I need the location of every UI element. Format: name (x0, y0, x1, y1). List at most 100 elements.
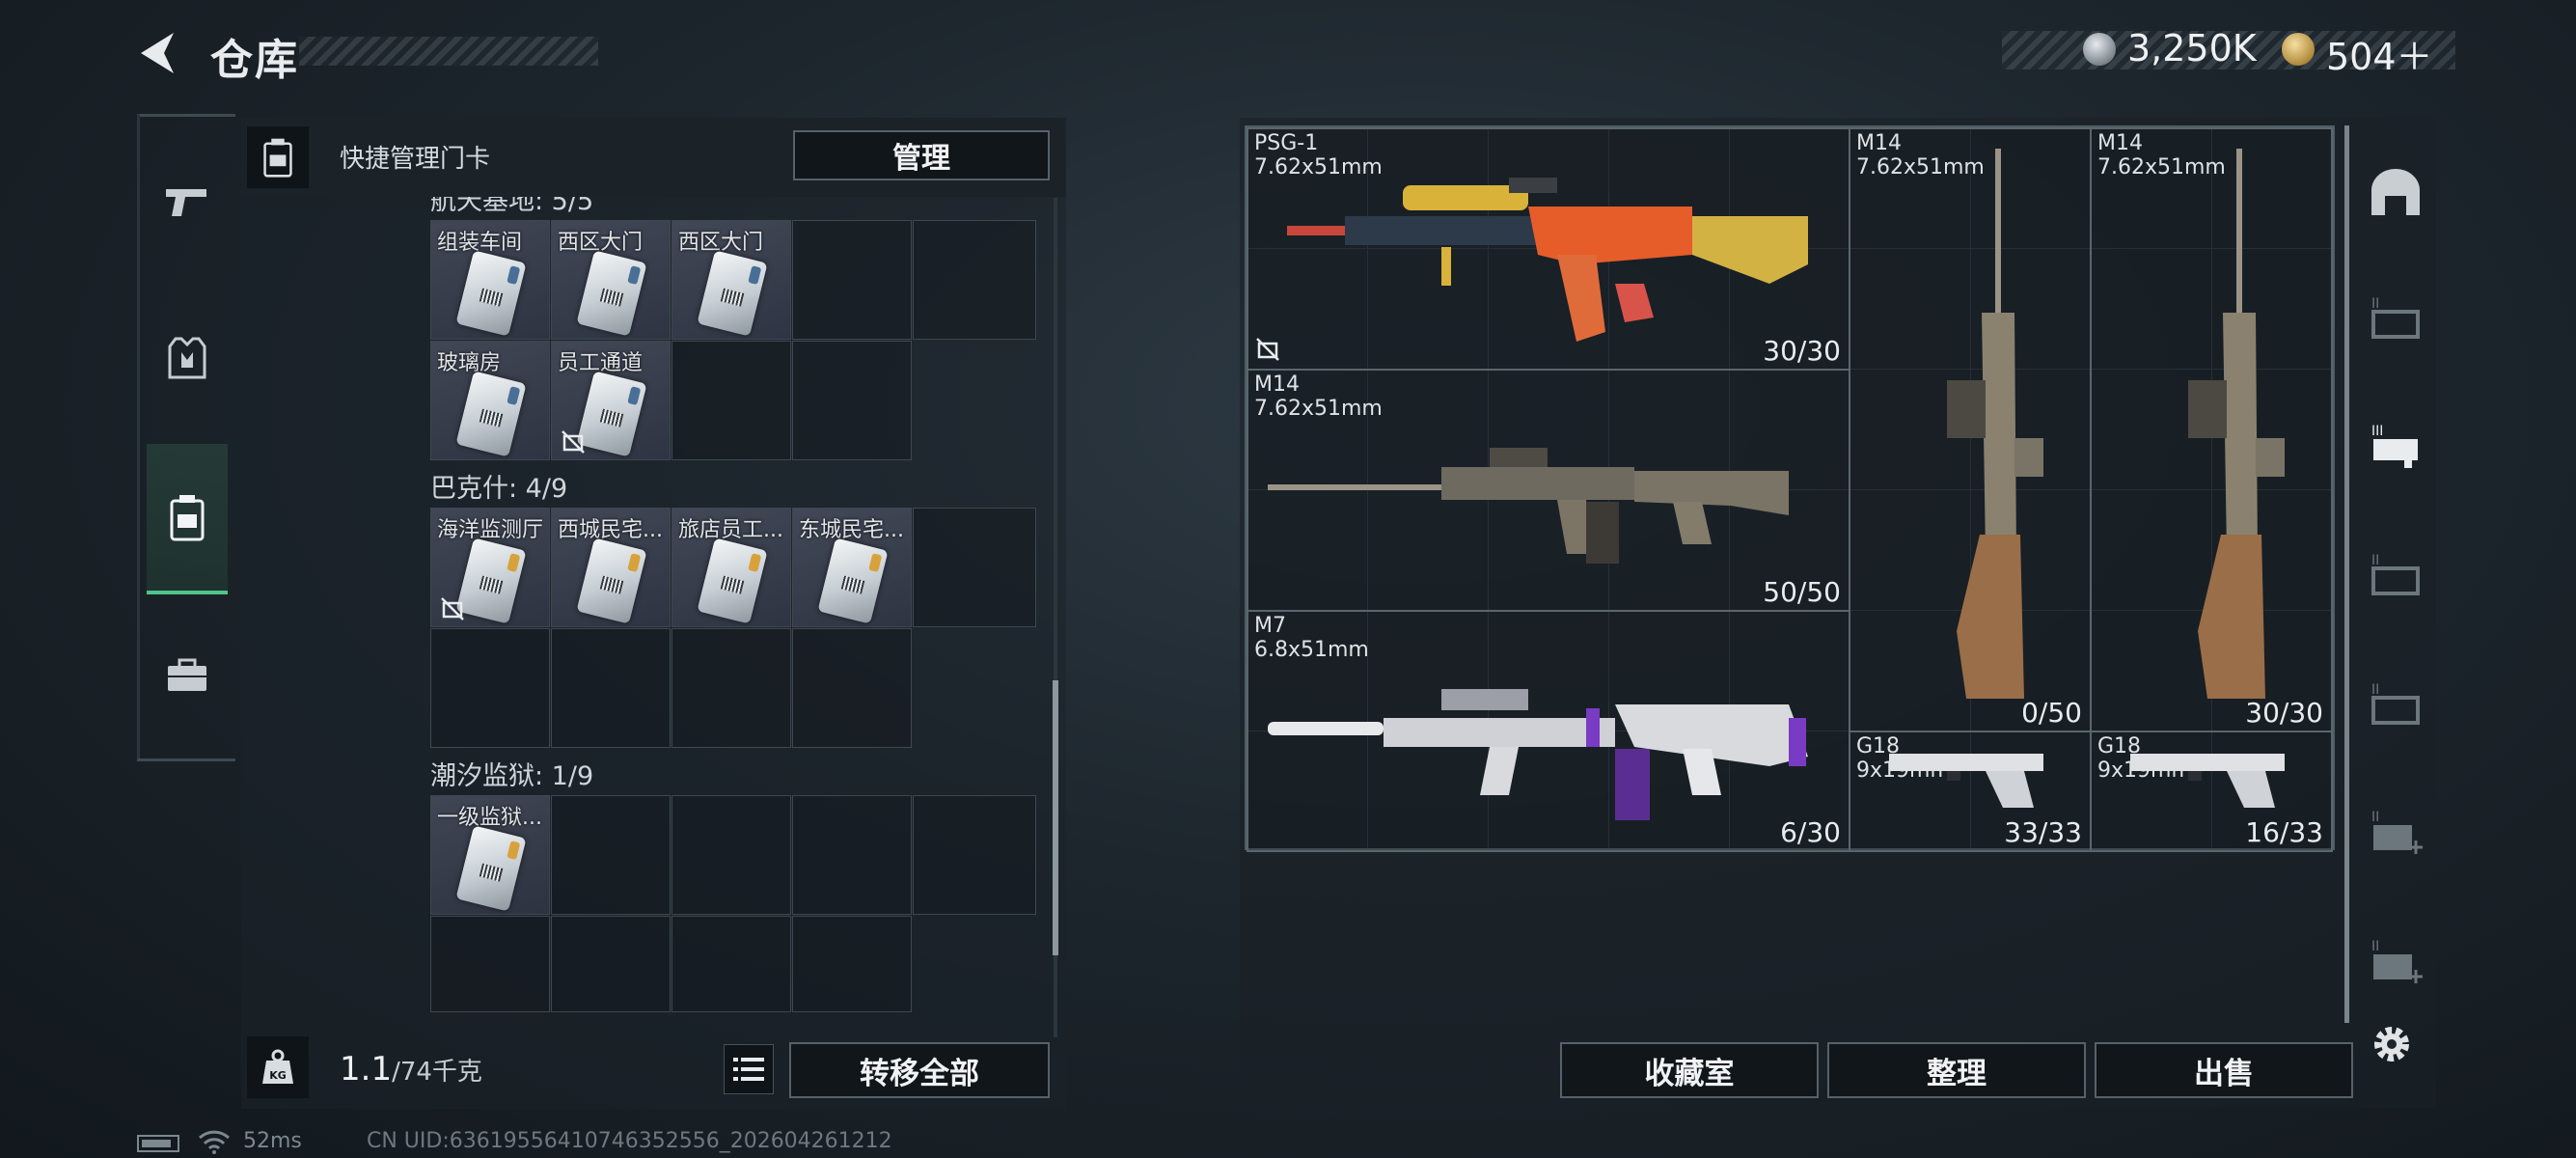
currency-bar: 3,250K 504＋ (2002, 27, 2455, 78)
keycard-slot[interactable]: 旅店员工... (671, 508, 791, 627)
storage-page-icon: III (2371, 424, 2418, 468)
weapon-slot[interactable]: M7 6.8x51mm 6/30 (1247, 610, 1850, 852)
keycard-slot[interactable]: 组装车间 (430, 220, 550, 340)
keycard-icon (263, 138, 292, 178)
empty-slot[interactable] (913, 795, 1036, 915)
settings-button[interactable] (2367, 1019, 2425, 1077)
ammo-count: 0/50 (2021, 697, 2082, 729)
storage-scrollbar[interactable] (2344, 125, 2349, 1023)
rifle-icon (1268, 448, 1789, 564)
category-keycards[interactable] (147, 444, 228, 594)
keycard-icon (455, 538, 527, 624)
list-view-button[interactable] (724, 1044, 774, 1094)
empty-slot[interactable] (430, 916, 550, 1012)
empty-slot[interactable] (792, 916, 912, 1012)
empty-slot[interactable] (913, 508, 1036, 627)
add-storage-icon: II (2371, 810, 2423, 854)
keycard-slot[interactable]: 玻璃房 (430, 341, 550, 460)
ticket-value[interactable]: 504＋ (2326, 27, 2433, 80)
untradeable-icon (562, 430, 585, 454)
keycard-icon (576, 250, 647, 337)
uid-text: CN UID:6361955641074635​2556_20260426121… (367, 1129, 892, 1153)
empty-slot[interactable] (671, 628, 791, 748)
category-armor[interactable] (147, 311, 228, 407)
keycard-name: 东城民宅... (799, 518, 904, 542)
manage-button[interactable]: 管理 (793, 130, 1050, 180)
category-cases[interactable] (147, 627, 228, 724)
ammo-count: 33/33 (2004, 816, 2082, 848)
svg-text:II: II (2371, 682, 2379, 698)
keycard-icon (170, 495, 205, 541)
collection-room-button[interactable]: 收藏室 (1560, 1042, 1819, 1098)
pistol-icon (166, 189, 206, 216)
keycard-icon (576, 538, 647, 624)
empty-slot[interactable] (551, 916, 671, 1012)
back-button[interactable] (135, 29, 183, 77)
storage-page-5[interactable]: II (2362, 670, 2429, 737)
category-weapons[interactable] (147, 154, 228, 251)
empty-slot[interactable] (792, 341, 912, 460)
keycard-name: 西区大门 (558, 231, 644, 255)
ping-text: 52ms (243, 1129, 302, 1153)
weapon-slot[interactable]: M14 7.62x51mm 50/50 (1247, 369, 1850, 612)
weapon-slot[interactable]: M14 7.62x51mm 0/50 (1849, 127, 2092, 732)
keycard-icon (455, 371, 527, 457)
keycard-slot[interactable]: 一级监狱... (430, 795, 550, 915)
storage-page-add[interactable]: II (2362, 926, 2429, 994)
keycard-slot[interactable]: 西区大门 (551, 220, 671, 340)
rail-divider (137, 114, 235, 117)
empty-slot[interactable] (551, 795, 671, 915)
keycard-slot[interactable]: 西区大门 (671, 220, 791, 340)
keycard-name: 组装车间 (437, 231, 523, 255)
weapon-slot[interactable]: PSG-1 7.62x51mm 30/30 (1247, 127, 1850, 371)
tidy-button[interactable]: 整理 (1827, 1042, 2086, 1098)
untradeable-icon (1256, 338, 1279, 361)
keycard-icon (455, 825, 527, 912)
empty-slot[interactable] (792, 795, 912, 915)
keycard-name: 一级监狱... (437, 806, 542, 830)
weapon-name: M7 (1254, 614, 1286, 638)
keycard-slot[interactable]: 东城民宅... (792, 508, 912, 627)
empty-slot[interactable] (430, 628, 550, 748)
briefcase-icon (168, 658, 206, 691)
keycard-icon (817, 538, 889, 624)
weapon-slot[interactable]: G18 9x19mm 33/33 (1849, 731, 2092, 852)
weight-current: 1.1 (340, 1050, 393, 1089)
storage-page-3[interactable]: III (2362, 411, 2429, 479)
storage-page-2[interactable]: II (2362, 284, 2429, 351)
ammo-count: 50/50 (1763, 576, 1841, 608)
storage-page-4[interactable]: II (2362, 540, 2429, 608)
keycard-icon (576, 371, 647, 457)
keycard-name: 海洋监测厅 (437, 518, 544, 542)
empty-slot[interactable] (913, 220, 1036, 340)
section-label: 巴克什: 4/9 (430, 474, 568, 504)
scrollbar-thumb[interactable] (1053, 680, 1058, 955)
pistol-icon (1889, 754, 2043, 808)
weapon-slot[interactable]: M14 7.62x51mm 30/30 (2090, 127, 2333, 732)
rifle-icon (1947, 149, 2043, 699)
keycard-slot[interactable]: 员工通道 (551, 341, 671, 460)
keycard-icon (455, 250, 527, 337)
empty-slot[interactable] (671, 795, 791, 915)
quick-manage-label: 快捷管理门卡 (340, 145, 491, 174)
transfer-all-button[interactable]: 转移全部 (789, 1042, 1050, 1098)
ticket-icon (2282, 33, 2315, 66)
sell-button[interactable]: 出售 (2095, 1042, 2353, 1098)
empty-slot[interactable] (792, 628, 912, 748)
keycard-name: 旅店员工... (678, 518, 783, 542)
storage-page-add[interactable]: II (2362, 797, 2429, 865)
empty-slot[interactable] (551, 628, 671, 748)
rifle-icon (1287, 178, 1808, 342)
rifle-icon (2188, 149, 2285, 699)
empty-slot[interactable] (671, 916, 791, 1012)
storage-page-helmet[interactable] (2362, 158, 2429, 226)
weapon-slot[interactable]: G18 9x19mm 16/33 (2090, 731, 2333, 852)
svg-text:KG: KG (269, 1069, 287, 1082)
weapon-grid: PSG-1 7.62x51mm 30/30 M14 7.62x51mm 50/5… (1245, 125, 2335, 852)
keycard-slot[interactable]: 海洋监测厅 (430, 508, 550, 627)
keycard-slot[interactable]: 西城民宅... (551, 508, 671, 627)
empty-slot[interactable] (671, 341, 791, 460)
empty-slot[interactable] (792, 220, 912, 340)
storage-page-icon: II (2371, 682, 2420, 725)
rail-divider (137, 114, 140, 761)
